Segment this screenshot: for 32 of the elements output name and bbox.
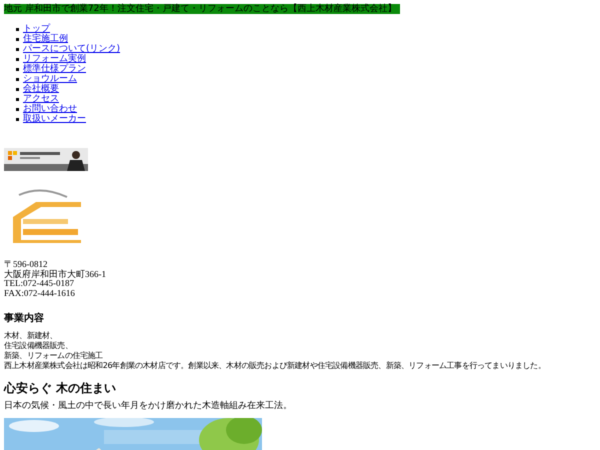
nav-link[interactable]: ショウルーム [23,74,77,84]
page-title: 地元 岸和田市で創業72年！注文住宅・戸建て・リフォームのことなら【西上木材産業株式会社】 [4,4,400,14]
address-line: TEL:072-445-0187 [4,279,75,288]
bullet-icon [16,108,19,110]
nav-link[interactable]: 住宅施工例 [23,34,68,44]
nav-link[interactable]: アクセス [23,94,59,104]
bullet-icon [16,118,19,120]
address-line: 〒596-0812 [4,260,48,270]
nav-link[interactable]: お問い合わせ [23,104,77,114]
section-heading: 心安らぐ 木の住まい [4,381,118,395]
bullet-icon [16,98,19,100]
nav-link[interactable]: リフォーム実例 [23,54,86,64]
nav-link[interactable]: トップ [23,24,50,34]
bullet-icon [16,38,19,40]
bullet-icon [16,68,19,70]
address-line: 大阪府岸和田市大町366-1 [4,270,107,279]
bullet-icon [16,58,19,60]
bullet-icon [16,28,19,30]
address-line: FAX:072-444-1616 [4,288,76,298]
nav-link[interactable]: 取扱いメーカー [23,114,86,124]
bullet-icon [16,88,19,90]
body-text: 住宅設備機器販売、 [4,341,74,351]
nav-link[interactable]: 会社概要 [23,84,59,94]
nav-link[interactable]: 標準仕様プラン [23,64,86,74]
body-text: 日本の気候・風土の中で長い年月をかけ磨かれた木造軸組み在来工法。 [4,401,293,411]
bullet-icon [16,78,19,80]
body-text: 新築、リフォームの住宅施工 [4,351,104,361]
section-heading: 事業内容 [4,314,45,324]
body-text: 西上木材産業株式会社は昭和26年創業の木材店です。創業以来、木材の販売および新建材や住宅設備機器販売、新築、リフォーム工事を行ってまいりました。 [4,361,546,371]
body-text: 木材、新建材、 [4,331,58,341]
nav-link[interactable]: パースについて(リンク) [23,44,120,54]
bullet-icon [16,48,19,50]
